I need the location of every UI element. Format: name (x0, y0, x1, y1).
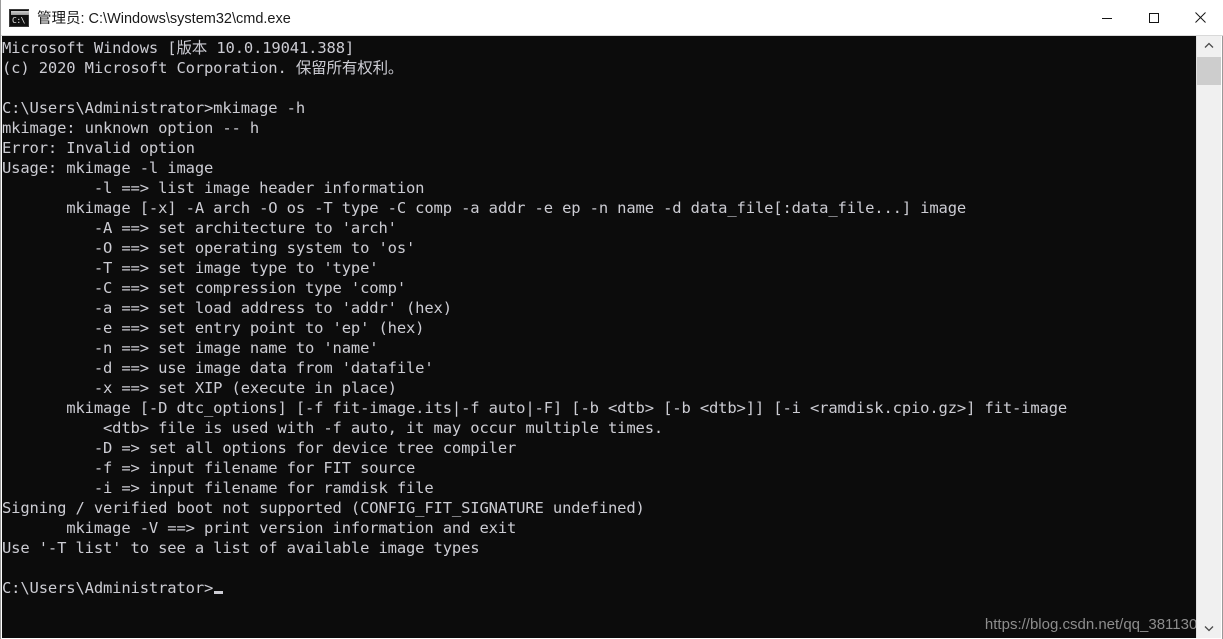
window-controls (1083, 0, 1223, 35)
console-output-area[interactable]: Microsoft Windows [版本 10.0.19041.388] (c… (2, 36, 1198, 638)
console-line: mkimage [-D dtc_options] [-f fit-image.i… (2, 399, 1068, 417)
console-line: (c) 2020 Microsoft Corporation. 保留所有权利。 (2, 59, 404, 77)
console-line: -i => input filename for ramdisk file (2, 479, 434, 497)
cmd-window: C:\ 管理员: C:\Windows\system32\cmd.exe Mic… (0, 0, 1223, 639)
console-line: -l ==> list image header information (2, 179, 425, 197)
console-text: Microsoft Windows [版本 10.0.19041.388] (c… (2, 38, 1198, 598)
console-line: -T ==> set image type to 'type' (2, 259, 379, 277)
console-line: C:\Users\Administrator>mkimage -h (2, 99, 305, 117)
console-line: Use '-T list' to see a list of available… (2, 539, 480, 557)
console-line: -f => input filename for FIT source (2, 459, 416, 477)
console-line: -x ==> set XIP (execute in place) (2, 379, 397, 397)
watermark-url: https://blog.csdn.net/qq_38113006 (984, 616, 1214, 633)
scroll-up-button[interactable] (1197, 36, 1221, 55)
console-line: -a ==> set load address to 'addr' (hex) (2, 299, 452, 317)
console-line: Signing / verified boot not supported (C… (2, 499, 645, 517)
console-line: mkimage [-x] -A arch -O os -T type -C co… (2, 199, 967, 217)
console-line: -e ==> set entry point to 'ep' (hex) (2, 319, 425, 337)
console-line: -O ==> set operating system to 'os' (2, 239, 416, 257)
chevron-up-icon (1204, 42, 1214, 48)
console-line: -n ==> set image name to 'name' (2, 339, 379, 357)
console-line: <dtb> file is used with -f auto, it may … (2, 419, 664, 437)
console-line: Microsoft Windows [版本 10.0.19041.388] (2, 39, 355, 57)
console-line: mkimage: unknown option -- h (2, 119, 260, 137)
console-icon-titlebar (11, 10, 29, 15)
console-line: -d ==> use image data from 'datafile' (2, 359, 434, 377)
scroll-down-button[interactable] (1197, 619, 1221, 638)
close-button[interactable] (1177, 0, 1223, 35)
console-icon-label: C:\ (12, 15, 25, 25)
window-title: 管理员: C:\Windows\system32\cmd.exe (37, 11, 291, 27)
console-line: mkimage -V ==> print version information… (2, 519, 517, 537)
console-line: -D => set all options for device tree co… (2, 439, 517, 457)
close-icon (1195, 12, 1206, 23)
console-icon-frame: C:\ (9, 8, 29, 27)
console-line: Usage: mkimage -l image (2, 159, 214, 177)
console-line: -C ==> set compression type 'comp' (2, 279, 406, 297)
vertical-scrollbar[interactable] (1196, 36, 1221, 638)
title-bar[interactable]: C:\ 管理员: C:\Windows\system32\cmd.exe (1, 0, 1223, 36)
minimize-icon (1101, 17, 1112, 19)
cmd-app-icon: C:\ (9, 8, 29, 27)
console-line: -A ==> set architecture to 'arch' (2, 219, 397, 237)
text-cursor (214, 591, 224, 594)
console-line: Error: Invalid option (2, 139, 195, 157)
chevron-down-icon (1204, 626, 1214, 632)
console-line: C:\Users\Administrator> (2, 579, 214, 597)
maximize-button[interactable] (1130, 0, 1177, 35)
maximize-icon (1148, 12, 1159, 23)
minimize-button[interactable] (1083, 0, 1130, 35)
scrollbar-thumb[interactable] (1197, 57, 1221, 85)
